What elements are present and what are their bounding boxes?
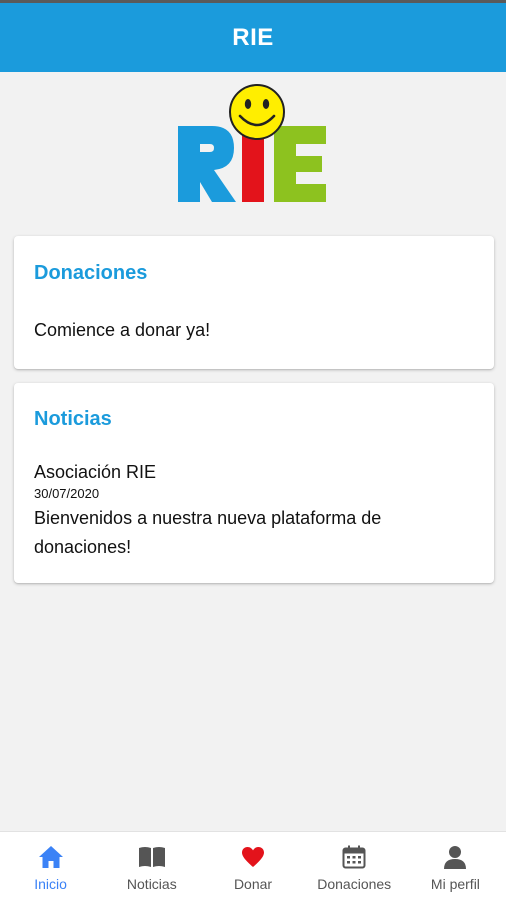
header-title: RIE bbox=[232, 23, 274, 51]
tab-inicio[interactable]: Inicio bbox=[0, 832, 101, 900]
tab-donar[interactable]: Donar bbox=[202, 832, 303, 900]
book-icon bbox=[138, 844, 166, 870]
donaciones-card-body: Comience a donar ya! bbox=[34, 320, 211, 340]
tab-donaciones[interactable]: Donaciones bbox=[304, 832, 405, 900]
noticias-card[interactable]: Noticias Asociación RIE 30/07/2020 Bienv… bbox=[14, 383, 494, 583]
news-text: Bienvenidos a nuestra nueva plataforma d… bbox=[34, 508, 382, 557]
logo-letter-r bbox=[178, 126, 236, 202]
news-date: 30/07/2020 bbox=[34, 486, 100, 501]
home-icon bbox=[37, 844, 65, 870]
donaciones-card[interactable]: Donaciones Comience a donar ya! bbox=[14, 236, 494, 369]
app-header: RIE bbox=[0, 0, 506, 72]
noticias-card-title: Noticias bbox=[34, 408, 112, 430]
tab-noticias[interactable]: Noticias bbox=[101, 832, 202, 900]
tab-label-donar: Donar bbox=[233, 876, 273, 892]
calendar-icon bbox=[340, 844, 368, 870]
news-author: Asociación RIE bbox=[34, 462, 157, 482]
tab-label-noticias: Noticias bbox=[126, 876, 177, 892]
tab-label-mi-perfil: Mi perfil bbox=[430, 876, 480, 892]
bottom-tab-bar: Inicio Noticias Donar Donaciones Mi perf… bbox=[0, 831, 506, 900]
tab-label-donaciones: Donaciones bbox=[317, 876, 392, 892]
app-screen: RIE Donaciones Comience a donar ya! Noti… bbox=[0, 0, 506, 900]
person-icon bbox=[441, 844, 469, 870]
tab-mi-perfil[interactable]: Mi perfil bbox=[405, 832, 506, 900]
donaciones-card-title: Donaciones bbox=[34, 262, 148, 284]
tab-label-inicio: Inicio bbox=[34, 876, 67, 892]
rie-logo bbox=[178, 84, 326, 202]
smiley-icon bbox=[229, 84, 285, 140]
heart-icon bbox=[239, 844, 267, 870]
logo-letter-e bbox=[274, 126, 326, 202]
